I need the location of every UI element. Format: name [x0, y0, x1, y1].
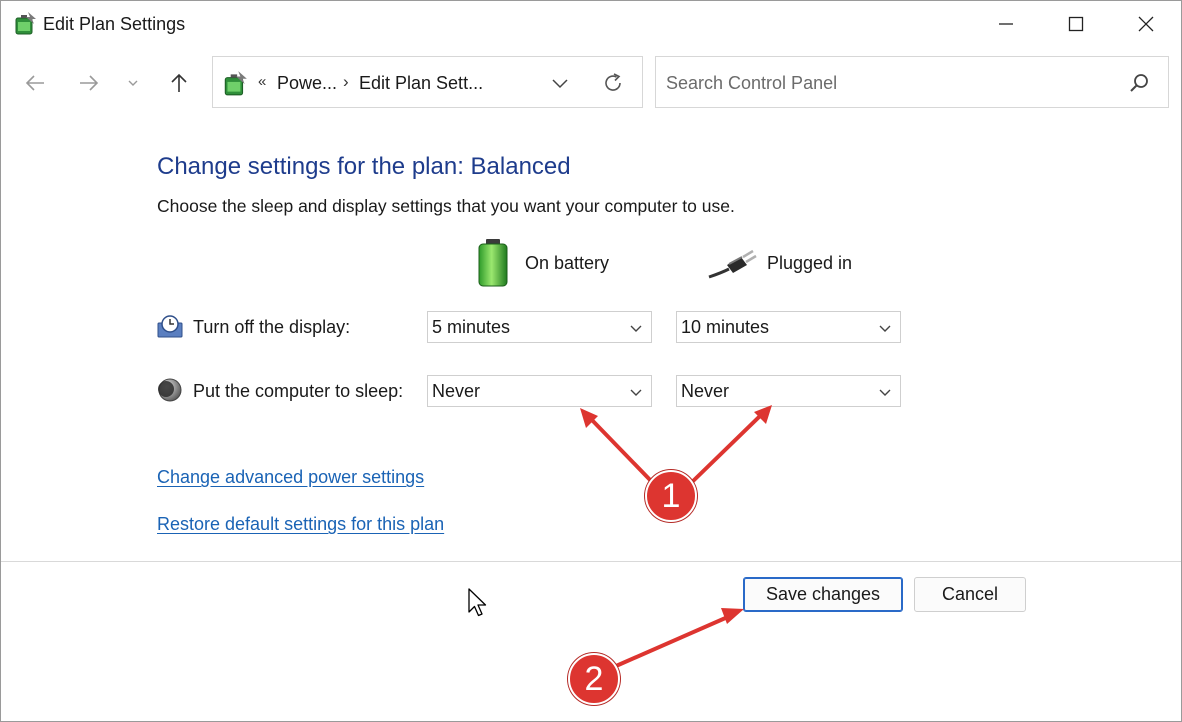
chevron-down-icon [630, 325, 642, 332]
address-history-dropdown[interactable] [547, 71, 573, 95]
maximize-icon [1068, 16, 1084, 32]
minimize-button[interactable] [971, 1, 1041, 47]
display-timer-icon [157, 315, 183, 338]
turn-off-display-label: Turn off the display: [193, 317, 351, 337]
breadcrumb-edit-plan-settings[interactable]: Edit Plan Sett... [359, 73, 483, 94]
arrow-right-icon [80, 75, 99, 91]
close-button[interactable] [1111, 1, 1181, 47]
search-icon[interactable] [1128, 72, 1150, 94]
search-input[interactable] [666, 70, 1106, 96]
maximize-button[interactable] [1041, 1, 1111, 47]
display-plugged-in-select[interactable]: 10 minutes [676, 311, 901, 343]
annotation-badge-1: 1 [645, 470, 697, 522]
chevron-down-icon [879, 325, 891, 332]
power-plug-icon [708, 249, 757, 279]
power-options-icon [224, 71, 247, 96]
back-button[interactable] [17, 65, 53, 101]
sleep-moon-icon [158, 378, 182, 402]
display-on-battery-value: 5 minutes [432, 317, 511, 337]
up-button[interactable] [161, 65, 197, 101]
page-subtitle: Choose the sleep and display settings th… [157, 196, 735, 216]
recent-locations-button[interactable] [119, 65, 147, 101]
display-on-battery-select[interactable]: 5 minutes [427, 311, 652, 343]
chevron-down-icon [552, 79, 568, 89]
save-changes-button[interactable]: Save changes [743, 577, 903, 612]
edit-plan-settings-window: Edit Plan Settings « Powe... › Edit Plan… [0, 0, 1182, 722]
footer-divider [1, 561, 1181, 562]
on-battery-label: On battery [525, 252, 610, 273]
close-icon [1138, 16, 1154, 32]
on-battery-column-header: On battery [471, 237, 609, 289]
arrow-left-icon [25, 75, 44, 91]
mouse-cursor-icon [468, 588, 487, 617]
search-box[interactable] [655, 56, 1169, 108]
page-title: Change settings for the plan: Balanced [157, 153, 571, 180]
sleep-label: Put the computer to sleep: [193, 381, 404, 401]
forward-button[interactable] [71, 65, 107, 101]
chevron-down-icon [879, 389, 891, 396]
display-plugged-in-value: 10 minutes [681, 317, 770, 337]
power-options-icon [15, 12, 36, 35]
cancel-button[interactable]: Cancel [914, 577, 1026, 612]
address-bar[interactable]: « Powe... › Edit Plan Sett... [212, 56, 643, 108]
breadcrumb-power-options[interactable]: Powe... [277, 73, 337, 94]
sleep-plugged-in-value: Never [681, 381, 730, 401]
sleep-on-battery-value: Never [432, 381, 481, 401]
minimize-icon [999, 23, 1013, 25]
breadcrumb-overflow[interactable]: « [258, 73, 266, 90]
restore-defaults-link[interactable]: Restore default settings for this plan [157, 514, 444, 535]
annotation-badge-2: 2 [568, 653, 620, 705]
refresh-icon [605, 73, 621, 91]
plugged-in-label: Plugged in [767, 252, 853, 273]
refresh-button[interactable] [599, 69, 627, 97]
advanced-power-settings-link[interactable]: Change advanced power settings [157, 467, 424, 488]
chevron-down-icon [630, 389, 642, 396]
arrow-up-icon [171, 73, 187, 92]
sleep-plugged-in-select[interactable]: Never [676, 375, 901, 407]
title-bar: Edit Plan Settings [1, 1, 1181, 47]
window-title: Edit Plan Settings [43, 14, 186, 34]
breadcrumb-separator[interactable]: › [343, 72, 349, 92]
sleep-on-battery-select[interactable]: Never [427, 375, 652, 407]
battery-icon [478, 239, 508, 287]
chevron-down-icon [128, 80, 138, 86]
plugged-in-column-header: Plugged in [707, 237, 852, 289]
